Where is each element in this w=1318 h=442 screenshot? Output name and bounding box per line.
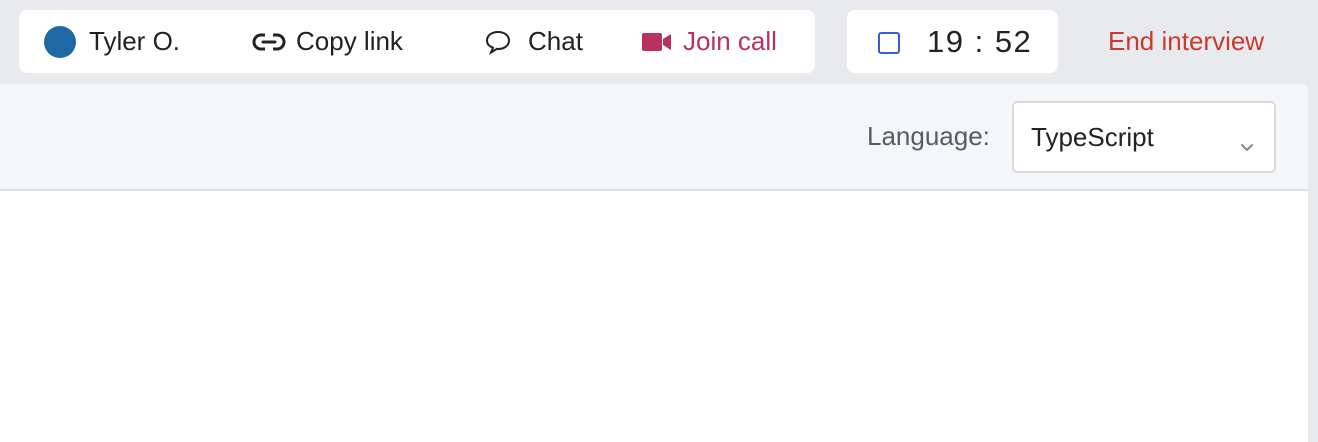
language-select[interactable]: TypeScript <box>1012 101 1276 173</box>
timer-panel: 19 : 52 <box>847 10 1058 73</box>
editor-panel: Language: TypeScript <box>0 84 1308 442</box>
top-bar: Tyler O. Copy link Chat Join call 19: 5… <box>0 0 1318 84</box>
chat-button[interactable]: Chat <box>484 10 583 73</box>
timer-display: 19 : 52 <box>927 23 1033 59</box>
join-call-button[interactable]: Join call <box>641 10 777 73</box>
chat-label: Chat <box>528 26 583 56</box>
session-toolbar: Tyler O. Copy link Chat Join call <box>19 10 815 73</box>
participant-tyler[interactable]: Tyler O. <box>44 10 180 73</box>
avatar <box>44 25 76 58</box>
square-stop-icon[interactable] <box>878 32 900 54</box>
copy-link-label: Copy link <box>296 26 403 56</box>
language-select-value: TypeScript <box>1031 121 1154 152</box>
video-camera-icon <box>641 31 673 53</box>
link-icon <box>252 31 286 52</box>
copy-link-button[interactable]: Copy link <box>252 10 403 73</box>
editor-toolbar: Language: TypeScript <box>0 84 1308 191</box>
speech-bubble-icon <box>484 29 512 55</box>
end-interview-button[interactable]: End interview <box>1108 10 1264 73</box>
language-label: Language: <box>867 120 990 151</box>
participant-name: Tyler O. <box>89 26 181 56</box>
code-editor-area[interactable] <box>0 191 1308 442</box>
chevron-down-icon <box>1240 130 1254 161</box>
join-call-label: Join call <box>683 26 777 56</box>
